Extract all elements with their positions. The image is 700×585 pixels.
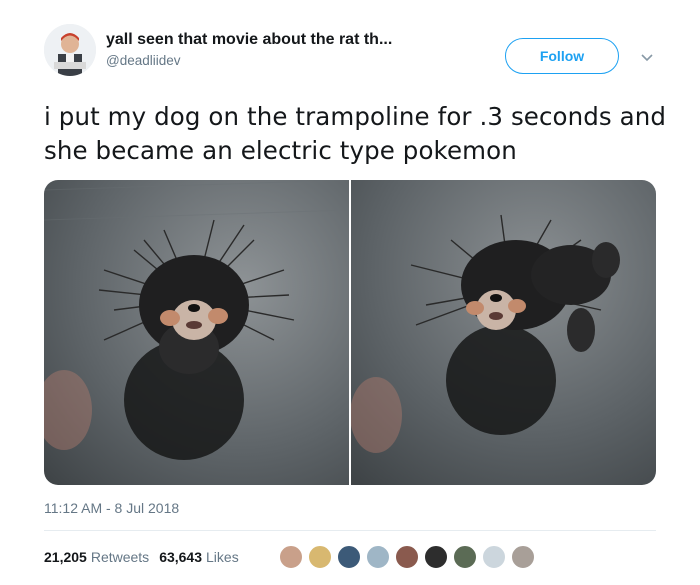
dog-photo-image [351,180,656,485]
divider [44,530,656,531]
dog-photo-right[interactable] [351,180,656,485]
liker-avatar[interactable] [395,545,419,569]
retweets-label: Retweets [90,549,150,565]
tweet-media [44,180,656,485]
liker-avatar[interactable] [308,545,332,569]
likes-stat[interactable]: 63,643 Likes [159,549,239,565]
tweet-author: yall seen that movie about the rat th...… [106,30,486,70]
liker-avatars [279,545,540,571]
chevron-down-icon [641,54,653,62]
tweet-timestamp[interactable]: 11:12 AM - 8 Jul 2018 [44,500,179,516]
tweet-text: i put my dog on the trampoline for .3 se… [44,102,667,165]
likes-label: Likes [206,549,239,565]
liker-avatar[interactable] [511,545,535,569]
dog-photo-left[interactable] [44,180,349,485]
liker-avatar[interactable] [366,545,390,569]
tweet-stats: 21,205 Retweets 63,643 Likes [44,549,249,565]
liker-avatar[interactable] [337,545,361,569]
liker-avatar[interactable] [279,545,303,569]
person-avatar-icon [44,24,96,76]
follow-button[interactable]: Follow [505,38,619,74]
avatar[interactable] [44,24,96,76]
dog-photo-image [44,180,349,485]
liker-avatar[interactable] [482,545,506,569]
likes-count: 63,643 [159,549,203,565]
user-handle[interactable]: @deadliidev [106,52,486,70]
retweets-stat[interactable]: 21,205 Retweets [44,549,149,565]
liker-avatar[interactable] [453,545,477,569]
retweets-count: 21,205 [44,549,87,565]
display-name[interactable]: yall seen that movie about the rat th... [106,30,486,50]
more-options-button[interactable] [636,46,658,68]
liker-avatar[interactable] [424,545,448,569]
tweet-card: yall seen that movie about the rat th...… [0,0,700,585]
